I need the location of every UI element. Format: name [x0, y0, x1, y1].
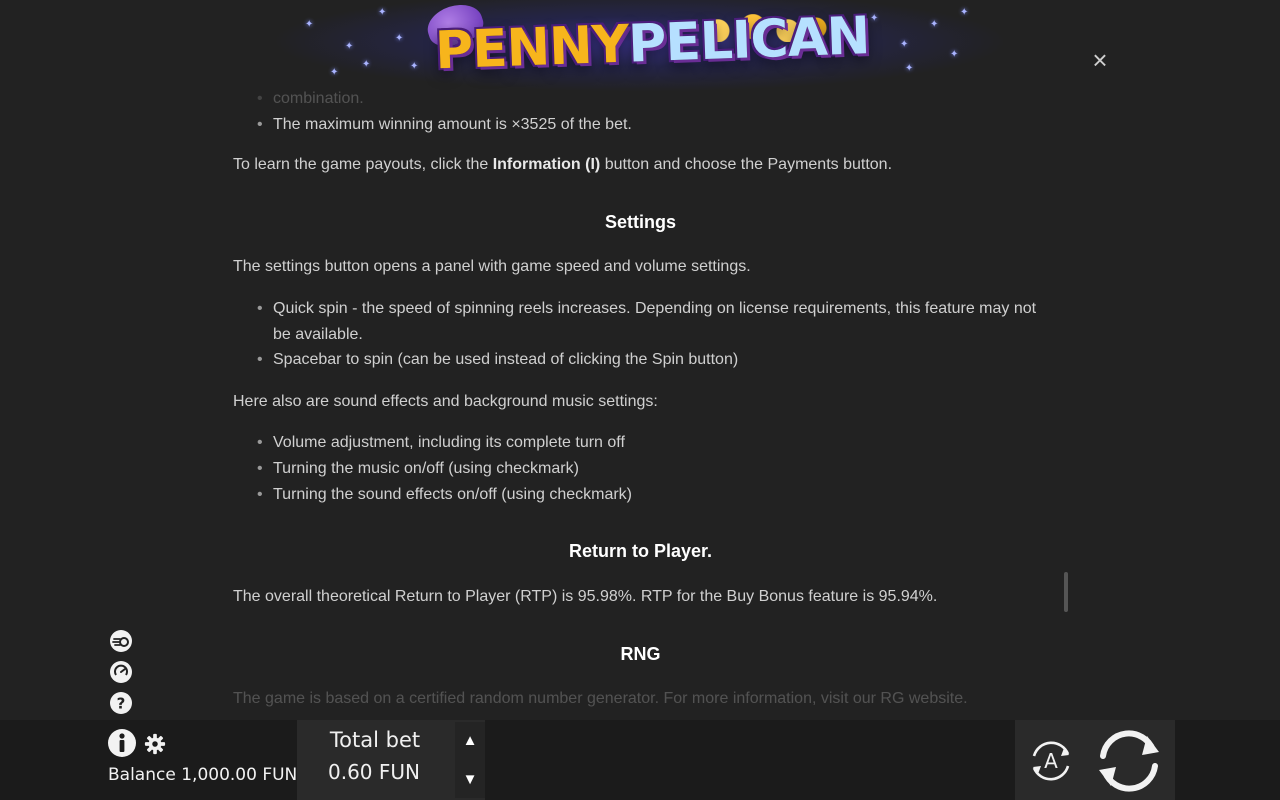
list-item-sound-effects: Turning the sound effects on/off (using … [257, 482, 1043, 508]
game-rules-screen: ✦ ✦ ✦ ✦ ✦ ✦ ✦ ✦ ✦ ✦ ✦ ✦ ✦ ✦ PENNYPELICAN… [0, 0, 1280, 800]
list-item-spacebar: Spacebar to spin (can be used instead of… [257, 347, 1043, 373]
list-item-quick-spin: Quick spin - the speed of spinning reels… [257, 296, 1043, 348]
list-item: combination. [257, 86, 1043, 112]
payouts-text-bold: Information (I) [492, 156, 601, 173]
gear-icon [144, 733, 166, 755]
list-item-volume: Volume adjustment, including its complet… [257, 430, 1043, 456]
arrow-down-icon: ▼ [462, 771, 478, 788]
list-item-music: Turning the music on/off (using checkmar… [257, 456, 1043, 482]
bet-decrease-button[interactable]: ▼ [458, 769, 482, 791]
autoplay-icon: A [1032, 741, 1070, 781]
rng-heading: RNG [620, 644, 661, 664]
rng-paragraph: The game is based on a certified random … [233, 690, 968, 707]
help-icon[interactable]: ? [108, 690, 134, 716]
payouts-text-before: To learn the game payouts, click the [233, 156, 493, 173]
total-bet-value: 0.60 FUN [328, 760, 420, 784]
sound-intro: Here also are sound effects and backgrou… [233, 393, 658, 410]
list-item-max-win: The maximum winning amount is ×3525 of t… [257, 112, 1043, 138]
scrollbar-thumb[interactable] [1064, 572, 1068, 612]
settings-heading: Settings [604, 212, 676, 232]
rules-content: combination. The maximum winning amount … [233, 0, 1048, 720]
settings-button[interactable] [144, 733, 166, 755]
arrow-up-icon: ▲ [462, 732, 478, 749]
spin-button[interactable] [1093, 726, 1165, 796]
bet-increase-button[interactable]: ▲ [458, 730, 482, 752]
autoplay-letter: A [1044, 749, 1058, 773]
rtp-heading: Return to Player. [568, 541, 713, 561]
info-icon [108, 729, 136, 757]
turbo-icon[interactable] [108, 659, 134, 685]
close-button[interactable]: × [1086, 46, 1114, 74]
info-button[interactable] [107, 728, 137, 758]
spin-icon [1099, 730, 1159, 792]
balance-display: Balance 1,000.00 FUN [108, 765, 297, 785]
balance-value: 1,000.00 FUN [181, 765, 298, 785]
close-icon: × [1092, 45, 1108, 75]
svg-text:?: ? [117, 695, 126, 713]
autoplay-button[interactable]: A [1026, 736, 1076, 786]
settings-intro: The settings button opens a panel with g… [233, 258, 751, 275]
rtp-paragraph: The overall theoretical Return to Player… [233, 588, 938, 605]
payouts-text-after: button and choose the Payments button. [600, 156, 893, 173]
balance-label: Balance [108, 765, 176, 785]
payouts-paragraph: To learn the game payouts, click the Inf… [233, 152, 892, 178]
total-bet-label: Total bet [329, 728, 421, 752]
quick-spin-icon[interactable] [108, 628, 134, 654]
